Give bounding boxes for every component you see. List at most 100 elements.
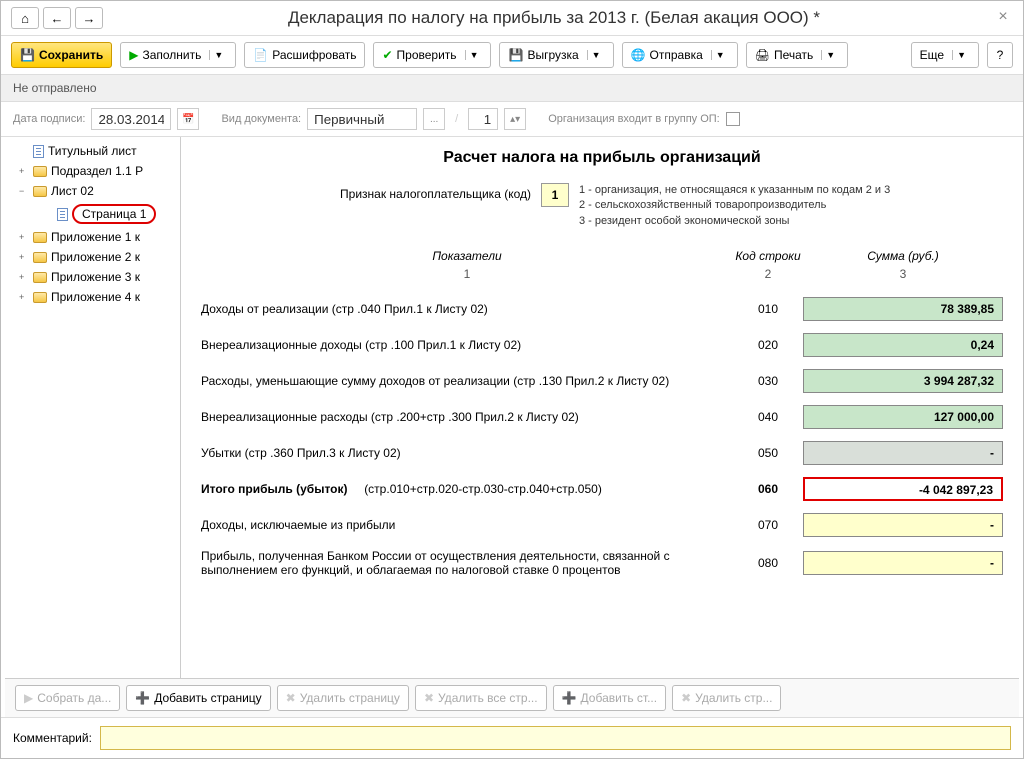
close-button[interactable]: × [993,8,1013,28]
tree-label: Приложение 3 к [51,270,140,284]
check-icon: ✔ [382,48,392,62]
tree-item-7[interactable]: +Приложение 4 к [1,287,180,307]
comment-label: Комментарий: [13,731,92,745]
table-subheader: 1 2 3 [201,267,1003,281]
dropdown-icon[interactable]: ▼ [952,50,970,60]
check-button[interactable]: ✔ Проверить ▼ [373,42,491,68]
delete-all-button: ✖ Удалить все стр... [415,685,547,711]
globe-icon: 🌐 [631,48,646,62]
row-value-input[interactable]: 0,24 [803,333,1003,357]
row-value-input[interactable]: 78 389,85 [803,297,1003,321]
print-button[interactable]: 🖨 Печать ▼ [746,42,848,68]
page-icon [33,145,44,158]
org-group-checkbox[interactable] [726,112,740,126]
dropdown-icon[interactable]: ▼ [711,50,729,60]
tree-item-6[interactable]: + Приложение 3 к [1,267,180,287]
collect-button: ▶ Собрать да... [15,685,120,711]
row-value-input[interactable]: - [803,441,1003,465]
row-code: 060 [733,482,803,496]
folder-icon [33,292,47,303]
data-row-080: Прибыль, полученная Банком России от осу… [201,543,1003,583]
dropdown-icon[interactable]: ▼ [587,50,605,60]
row-value-input[interactable]: - [803,513,1003,537]
data-row-050: Убытки (стр .360 Прил.3 к Листу 02)050- [201,435,1003,471]
add-row-button: ➕ Добавить ст... [553,685,667,711]
data-row-010: Доходы от реализации (стр .040 Прил.1 к … [201,291,1003,327]
row-value-input[interactable]: -4 042 897,23 [803,477,1003,501]
tree-item-3[interactable]: Страница 1 [1,201,180,227]
row-value-input[interactable]: - [803,551,1003,575]
tree-item-2[interactable]: − Лист 02 [1,181,180,201]
navigation-tree: Титульный лист + Подраздел 1.1 Р − Лист 02 Ст… [1,137,181,678]
folder-icon [33,232,47,243]
tree-item-4[interactable]: + Приложение 1 к [1,227,180,247]
tree-label: Подраздел 1.1 Р [51,164,143,178]
tree-label: Приложение 1 к [51,230,140,244]
doc-type-input[interactable] [307,108,417,130]
send-button[interactable]: 🌐 Отправка ▼ [622,42,738,68]
row-label: Доходы от реализации (стр .040 Прил.1 к … [201,302,733,316]
save-disk-icon: 💾 [508,48,523,62]
taxpayer-label: Признак налогоплательщика (код) [201,183,531,201]
delete-icon: ✖ [286,691,296,705]
calendar-button[interactable]: 📅 [177,108,199,130]
dropdown-icon[interactable]: ▼ [821,50,839,60]
window-title: Декларация по налогу на прибыль за 2013 … [115,8,993,28]
decode-button[interactable]: 📄 Расшифровать [244,42,365,68]
date-input[interactable] [91,108,171,130]
doc-heading: Расчет налога на прибыль организаций [201,149,1003,167]
row-code: 020 [733,338,803,352]
tree-toggle-icon[interactable]: + [19,292,29,302]
more-button[interactable]: Еще ▼ [911,42,979,68]
add-icon: ➕ [562,691,577,705]
play-icon: ▶ [129,48,138,62]
row-value-input[interactable]: 3 994 287,32 [803,369,1003,393]
taxpayer-code-input[interactable]: 1 [541,183,569,207]
tree-toggle-icon[interactable]: + [19,252,29,262]
row-code: 070 [733,518,803,532]
home-button[interactable]: ⌂ [11,7,39,29]
export-button[interactable]: 💾 Выгрузка ▼ [499,42,613,68]
tree-toggle-icon[interactable]: + [19,272,29,282]
folder-icon [33,186,47,197]
tree-item-0[interactable]: Титульный лист [1,141,180,161]
data-row-030: Расходы, уменьшающие сумму доходов от ре… [201,363,1003,399]
doc-type-dropdown[interactable]: ... [423,108,445,130]
play-icon: ▶ [24,691,33,705]
fill-button[interactable]: ▶ Заполнить ▼ [120,42,236,68]
forward-button[interactable]: → [75,7,103,29]
tree-item-1[interactable]: + Подраздел 1.1 Р [1,161,180,181]
row-code: 080 [733,556,803,570]
row-value-input[interactable]: 127 000,00 [803,405,1003,429]
dropdown-icon[interactable]: ▼ [465,50,483,60]
page-spinner[interactable]: ▴▾ [504,108,526,130]
org-group-label: Организация входит в группу ОП: [548,113,720,125]
add-icon: ➕ [135,691,150,705]
tree-toggle-icon[interactable]: + [19,232,29,242]
delete-row-button: ✖ Удалить стр... [672,685,781,711]
row-label: Внереализационные доходы (стр .100 Прил.… [201,338,733,352]
tree-toggle-icon[interactable]: + [19,166,29,176]
comment-input[interactable] [100,726,1011,750]
tree-item-5[interactable]: +Приложение 2 к [1,247,180,267]
help-button[interactable]: ? [987,42,1013,68]
doc-type-label: Вид документа: [221,113,301,125]
delete-page-button: ✖ Удалить страницу [277,685,409,711]
page-toolbar: ▶ Собрать да... ➕ Добавить страницу ✖ Уд… [5,678,1019,717]
tree-label: Лист 02 [51,184,94,198]
row-label: Прибыль, полученная Банком России от осу… [201,549,733,577]
delete-all-icon: ✖ [424,691,434,705]
tree-label: Титульный лист [48,144,137,158]
row-label: Убытки (стр .360 Прил.3 к Листу 02) [201,446,733,460]
row-code: 050 [733,446,803,460]
add-page-button[interactable]: ➕ Добавить страницу [126,685,270,711]
save-button[interactable]: 💾 Сохранить [11,42,112,68]
dropdown-icon[interactable]: ▼ [209,50,227,60]
row-label: Расходы, уменьшающие сумму доходов от ре… [201,374,733,388]
page-num-input[interactable] [468,108,498,130]
back-button[interactable]: ← [43,7,71,29]
row-label: Внереализационные расходы (стр .200+стр … [201,410,733,424]
row-label: Итого прибыль (убыток) (стр.010+стр.020-… [201,482,733,496]
tree-toggle-icon[interactable]: − [19,186,29,196]
page-icon [57,208,68,221]
